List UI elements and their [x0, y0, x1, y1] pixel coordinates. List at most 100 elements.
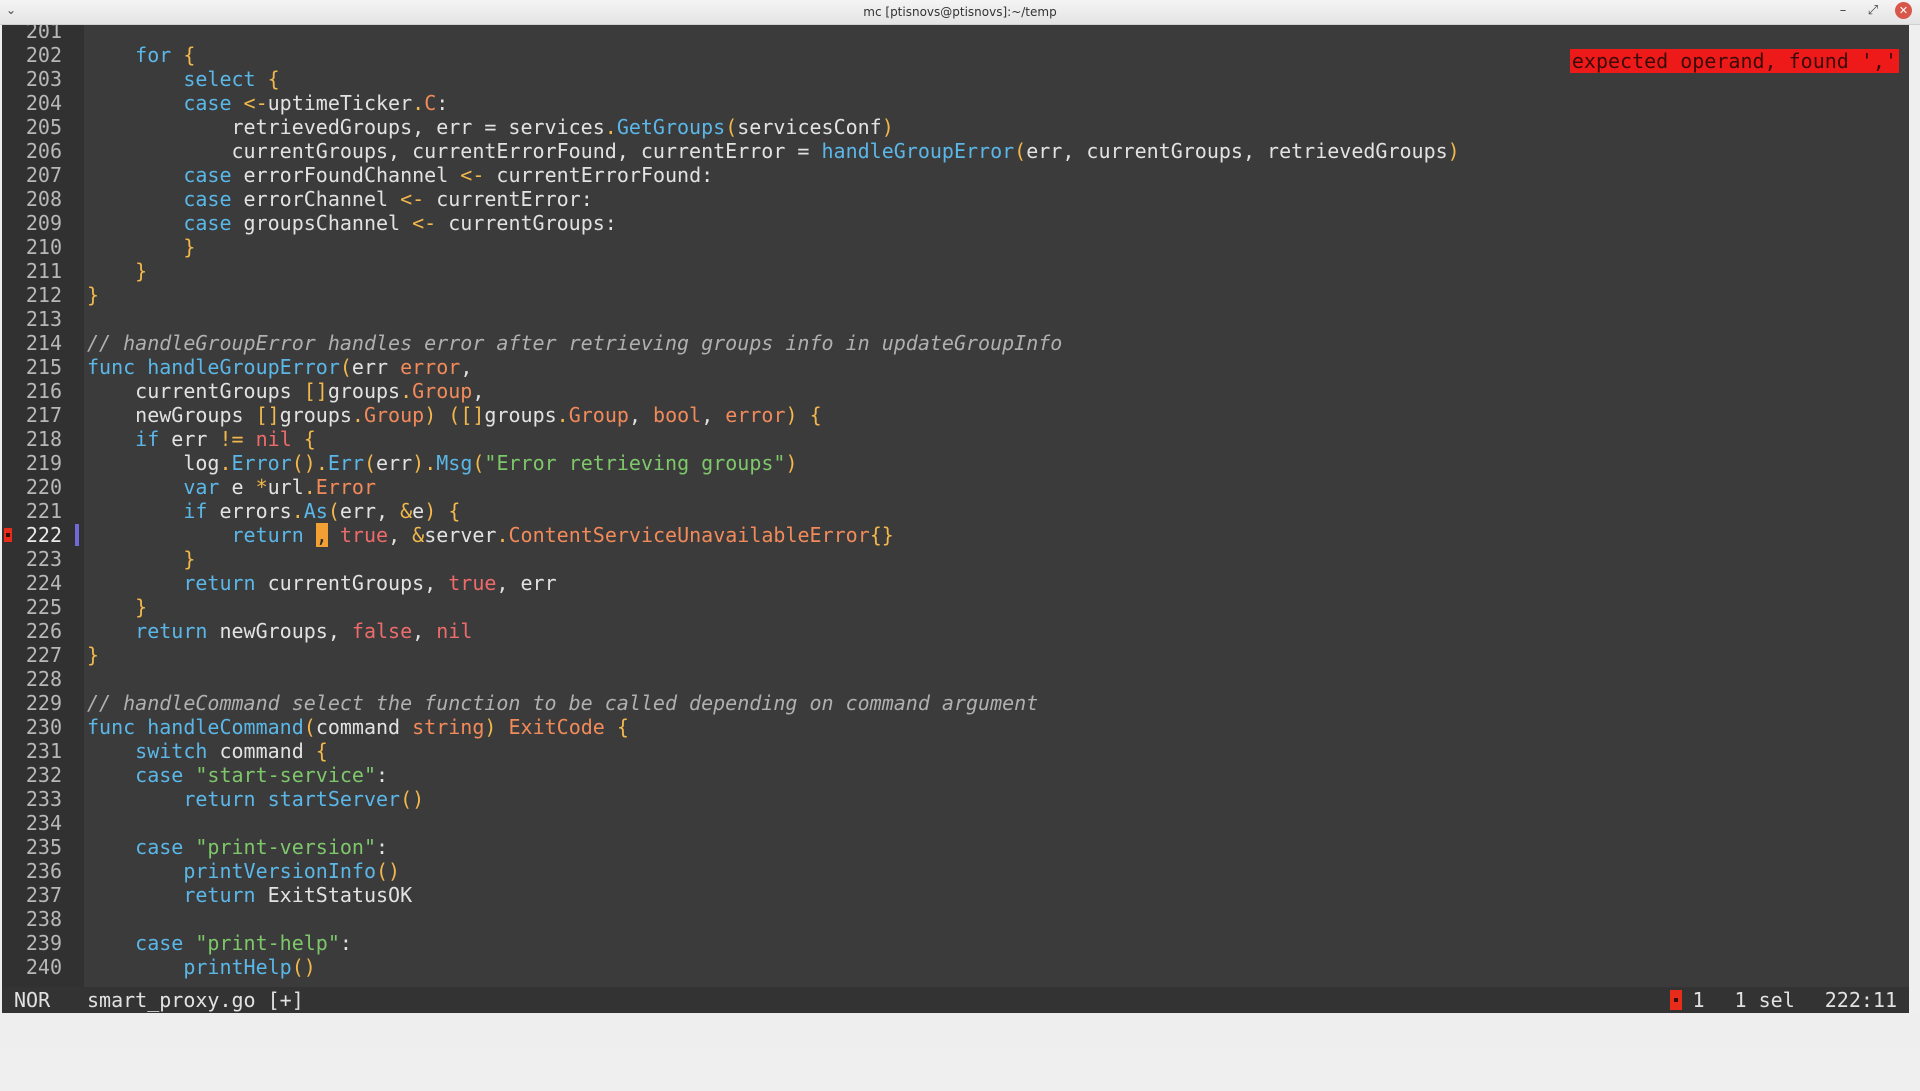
code-line[interactable]: 236 printVersionInfo()	[2, 859, 1909, 883]
code-line[interactable]: 231 switch command {	[2, 739, 1909, 763]
code-token: // handleGroupError handles error after …	[87, 331, 1063, 355]
close-icon[interactable]: ✕	[1895, 2, 1912, 19]
code-line[interactable]: 222 return , true, &server.ContentServic…	[2, 523, 1909, 547]
code-line[interactable]: 227}	[2, 643, 1909, 667]
code-token: // handleCommand select the function to …	[87, 691, 1039, 715]
code-token: e	[412, 499, 425, 523]
maximize-icon[interactable]: ⤢	[1865, 2, 1881, 20]
code-line[interactable]: 213	[2, 307, 1909, 331]
code-line[interactable]: 221 if errors.As(err, &e) {	[2, 499, 1909, 523]
code-line[interactable]: 235 case "print-version":	[2, 835, 1909, 859]
code-text: currentGroups []groups.Group,	[87, 379, 484, 403]
line-number: 223	[25, 547, 62, 571]
code-editor[interactable]: 201 202 for {203 select {204 case <-uptim…	[2, 25, 1909, 987]
code-line[interactable]: 225 }	[2, 595, 1909, 619]
code-token: (	[1014, 139, 1027, 163]
code-text: // handleCommand select the function to …	[87, 691, 1038, 715]
code-line[interactable]: 219 log.Error().Err(err).Msg("Error retr…	[2, 451, 1909, 475]
code-token: return	[183, 571, 256, 595]
code-token: true	[448, 571, 497, 595]
code-token: }	[87, 283, 100, 307]
code-line[interactable]: 232 case "start-service":	[2, 763, 1909, 787]
code-token: groups	[484, 403, 557, 427]
line-number: 232	[25, 763, 62, 787]
code-token: errors	[207, 499, 292, 523]
code-token: ,	[460, 355, 473, 379]
line-number: 220	[25, 475, 62, 499]
code-token: .	[604, 115, 617, 139]
code-line[interactable]: 228	[2, 667, 1909, 691]
code-line[interactable]: 208 case errorChannel <- currentError:	[2, 187, 1909, 211]
code-token: .	[351, 403, 364, 427]
code-line[interactable]: 237 return ExitStatusOK	[2, 883, 1909, 907]
code-token: log	[87, 451, 220, 475]
code-line[interactable]: 217 newGroups []groups.Group) ([]groups.…	[2, 403, 1909, 427]
code-token: nil	[436, 619, 473, 643]
code-line[interactable]: 212}	[2, 283, 1909, 307]
code-token: .	[315, 451, 328, 475]
code-token: retrievedGroups, err = services	[87, 115, 605, 139]
code-line[interactable]: 218 if err != nil {	[2, 427, 1909, 451]
code-line[interactable]: 201	[2, 25, 1909, 43]
code-line[interactable]: 207 case errorFoundChannel <- currentErr…	[2, 163, 1909, 187]
code-line[interactable]: 215 func handleGroupError(err error,	[2, 355, 1909, 379]
code-line[interactable]: 238	[2, 907, 1909, 931]
code-line[interactable]: 229 // handleCommand select the function …	[2, 691, 1909, 715]
code-line[interactable]: 223 }	[2, 547, 1909, 571]
code-line[interactable]: 210 }	[2, 235, 1909, 259]
code-line[interactable]: 216 currentGroups []groups.Group,	[2, 379, 1909, 403]
code-line[interactable]: 209 case groupsChannel <- currentGroups:	[2, 211, 1909, 235]
code-line[interactable]: 204 case <-uptimeTicker.C:	[2, 91, 1909, 115]
code-token: newGroups,	[207, 619, 352, 643]
code-line[interactable]: 234	[2, 811, 1909, 835]
code-token: groups	[327, 379, 401, 403]
line-number: 239	[25, 931, 62, 955]
code-token: err, currentGroups, retrievedGroups	[1026, 139, 1448, 163]
code-line[interactable]: 205 retrievedGroups, err = services.GetG…	[2, 115, 1909, 139]
code-line[interactable]: 239 case "print-help":	[2, 931, 1909, 955]
code-token: "print-version"	[195, 835, 377, 859]
code-token: handleGroupError	[821, 139, 1015, 163]
code-token: servicesConf	[737, 115, 882, 139]
code-token: {	[267, 67, 280, 91]
code-token: }	[183, 547, 196, 571]
code-token: if	[135, 427, 160, 451]
code-line[interactable]: 240 printHelp()	[2, 955, 1909, 979]
code-token: )	[881, 115, 894, 139]
code-text: case <-uptimeTicker.C:	[87, 91, 448, 115]
minimize-icon[interactable]: –	[1835, 2, 1851, 20]
code-token: ()	[400, 787, 425, 811]
code-token: <-	[460, 163, 485, 187]
code-token: )	[785, 451, 798, 475]
code-token: Group	[363, 403, 425, 427]
code-line[interactable]: 220 var e *url.Error	[2, 475, 1909, 499]
code-token: ()	[291, 451, 316, 475]
code-token: As	[303, 499, 328, 523]
code-token: <-	[400, 187, 425, 211]
code-line[interactable]: 206 currentGroups, currentErrorFound, cu…	[2, 139, 1909, 163]
code-token: case	[183, 91, 232, 115]
code-text: for {	[87, 43, 195, 67]
code-line[interactable]: 224 return currentGroups, true, err	[2, 571, 1909, 595]
code-text: }	[87, 235, 195, 259]
code-token: <-	[412, 211, 437, 235]
code-text: // handleGroupError handles error after …	[87, 331, 1062, 355]
code-line[interactable]: 214 // handleGroupError handles error aft…	[2, 331, 1909, 355]
code-line[interactable]: 211 }	[2, 259, 1909, 283]
window-controls: – ⤢ ✕	[1835, 2, 1912, 20]
code-text: }	[87, 595, 147, 619]
code-line[interactable]: 226 return newGroups, false, nil	[2, 619, 1909, 643]
code-line[interactable]: 230 func handleCommand(command string) Ex…	[2, 715, 1909, 739]
code-line[interactable]: 233 return startServer()	[2, 787, 1909, 811]
